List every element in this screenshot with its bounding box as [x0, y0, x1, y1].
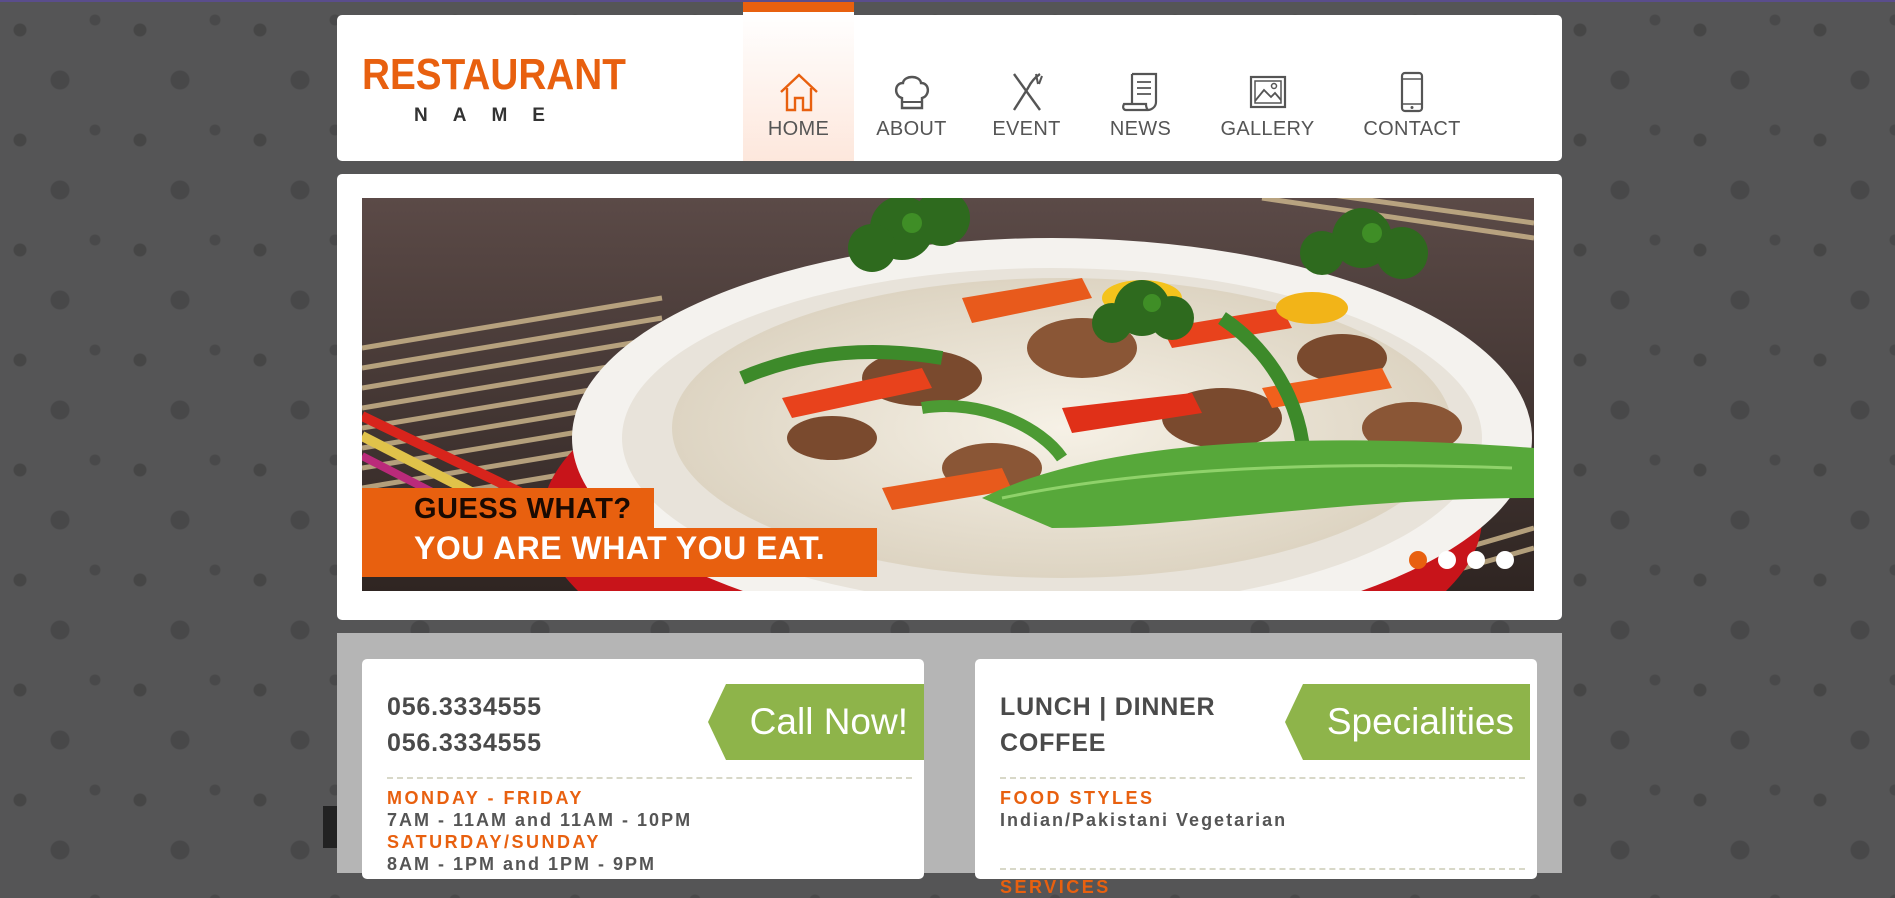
- fork-knife-icon: [1012, 73, 1043, 111]
- scroll-icon: [1121, 72, 1157, 112]
- logo-subtitle: NAME: [414, 105, 570, 126]
- home-icon: [779, 73, 818, 112]
- nav-label: ABOUT: [876, 118, 947, 140]
- info-section: 056.3334555 056.3334555 Call Now! MONDAY…: [337, 633, 1562, 897]
- phone-numbers: 056.3334555 056.3334555: [387, 689, 542, 761]
- caption-line2: YOU ARE WHAT YOU EAT.: [362, 528, 878, 577]
- services: SERVICES: [1000, 876, 1111, 898]
- divider: [387, 777, 912, 779]
- nav-item-about[interactable]: ABOUT: [854, 2, 969, 161]
- logo[interactable]: RESTAURANT NAME: [362, 53, 662, 127]
- nav-label: CONTACT: [1363, 118, 1461, 140]
- specialities-card: LUNCH | DINNER COFFEE Specialities FOOD …: [975, 659, 1537, 897]
- services-label: SERVICES: [1000, 877, 1111, 897]
- caption-line1: GUESS WHAT?: [362, 488, 654, 528]
- nav-item-gallery[interactable]: GALLERY: [1197, 2, 1338, 161]
- slider-dot-3[interactable]: [1467, 551, 1485, 569]
- logo-title: RESTAURANT: [362, 50, 626, 99]
- nav-item-contact[interactable]: CONTACT: [1338, 2, 1486, 161]
- slider-dots: [1409, 551, 1514, 569]
- picture-icon: [1249, 75, 1286, 109]
- opening-hours: MONDAY - FRIDAY 7AM - 11AM and 11AM - 10…: [387, 787, 692, 875]
- contact-card: 056.3334555 056.3334555 Call Now! MONDAY…: [362, 659, 924, 879]
- food-styles-label: FOOD STYLES: [1000, 788, 1155, 808]
- nav-item-event[interactable]: EVENT: [969, 2, 1084, 161]
- chef-hat-icon: [894, 75, 929, 110]
- weekend-label: SATURDAY/SUNDAY: [387, 832, 601, 852]
- divider: [1000, 868, 1525, 870]
- side-tab[interactable]: [323, 806, 337, 848]
- weekend-hours: 8AM - 1PM and 1PM - 9PM: [387, 854, 657, 874]
- slider-dot-1[interactable]: [1409, 551, 1427, 569]
- call-now-button[interactable]: Call Now!: [707, 684, 924, 760]
- divider: [1000, 777, 1525, 779]
- main-nav: HOME ABOUT EVENT NEWS GALLERY CONTACT: [743, 2, 1486, 161]
- nav-label: GALLERY: [1220, 118, 1315, 140]
- phone-number-2[interactable]: 056.3334555: [387, 725, 542, 761]
- food-styles-value: Indian/Pakistani Vegetarian: [1000, 810, 1288, 830]
- site-header: RESTAURANT NAME HOME ABOUT EVENT NEWS GA…: [337, 2, 1562, 161]
- weekday-label: MONDAY - FRIDAY: [387, 788, 584, 808]
- nav-label: EVENT: [992, 118, 1061, 140]
- meal-line-2: COFFEE: [1000, 729, 1107, 757]
- meal-types: LUNCH | DINNER COFFEE: [1000, 689, 1215, 761]
- nav-label: NEWS: [1109, 118, 1172, 140]
- slider-dot-4[interactable]: [1496, 551, 1514, 569]
- weekday-hours: 7AM - 11AM and 11AM - 10PM: [387, 810, 693, 830]
- nav-label: HOME: [767, 118, 830, 140]
- phone-number-1[interactable]: 056.3334555: [387, 689, 542, 725]
- slider-dot-2[interactable]: [1438, 551, 1456, 569]
- slide-caption: GUESS WHAT? YOU ARE WHAT YOU EAT.: [362, 488, 878, 577]
- food-styles: FOOD STYLES Indian/Pakistani Vegetarian: [1000, 787, 1287, 831]
- nav-item-home[interactable]: HOME: [743, 2, 854, 161]
- nav-item-news[interactable]: NEWS: [1084, 2, 1197, 161]
- hero-image: GUESS WHAT? YOU ARE WHAT YOU EAT.: [362, 198, 1534, 591]
- phone-icon: [1400, 71, 1424, 113]
- meal-line-1: LUNCH | DINNER: [1000, 693, 1216, 721]
- specialities-button[interactable]: Specialities: [1284, 684, 1530, 760]
- hero-slider: GUESS WHAT? YOU ARE WHAT YOU EAT.: [337, 174, 1562, 620]
